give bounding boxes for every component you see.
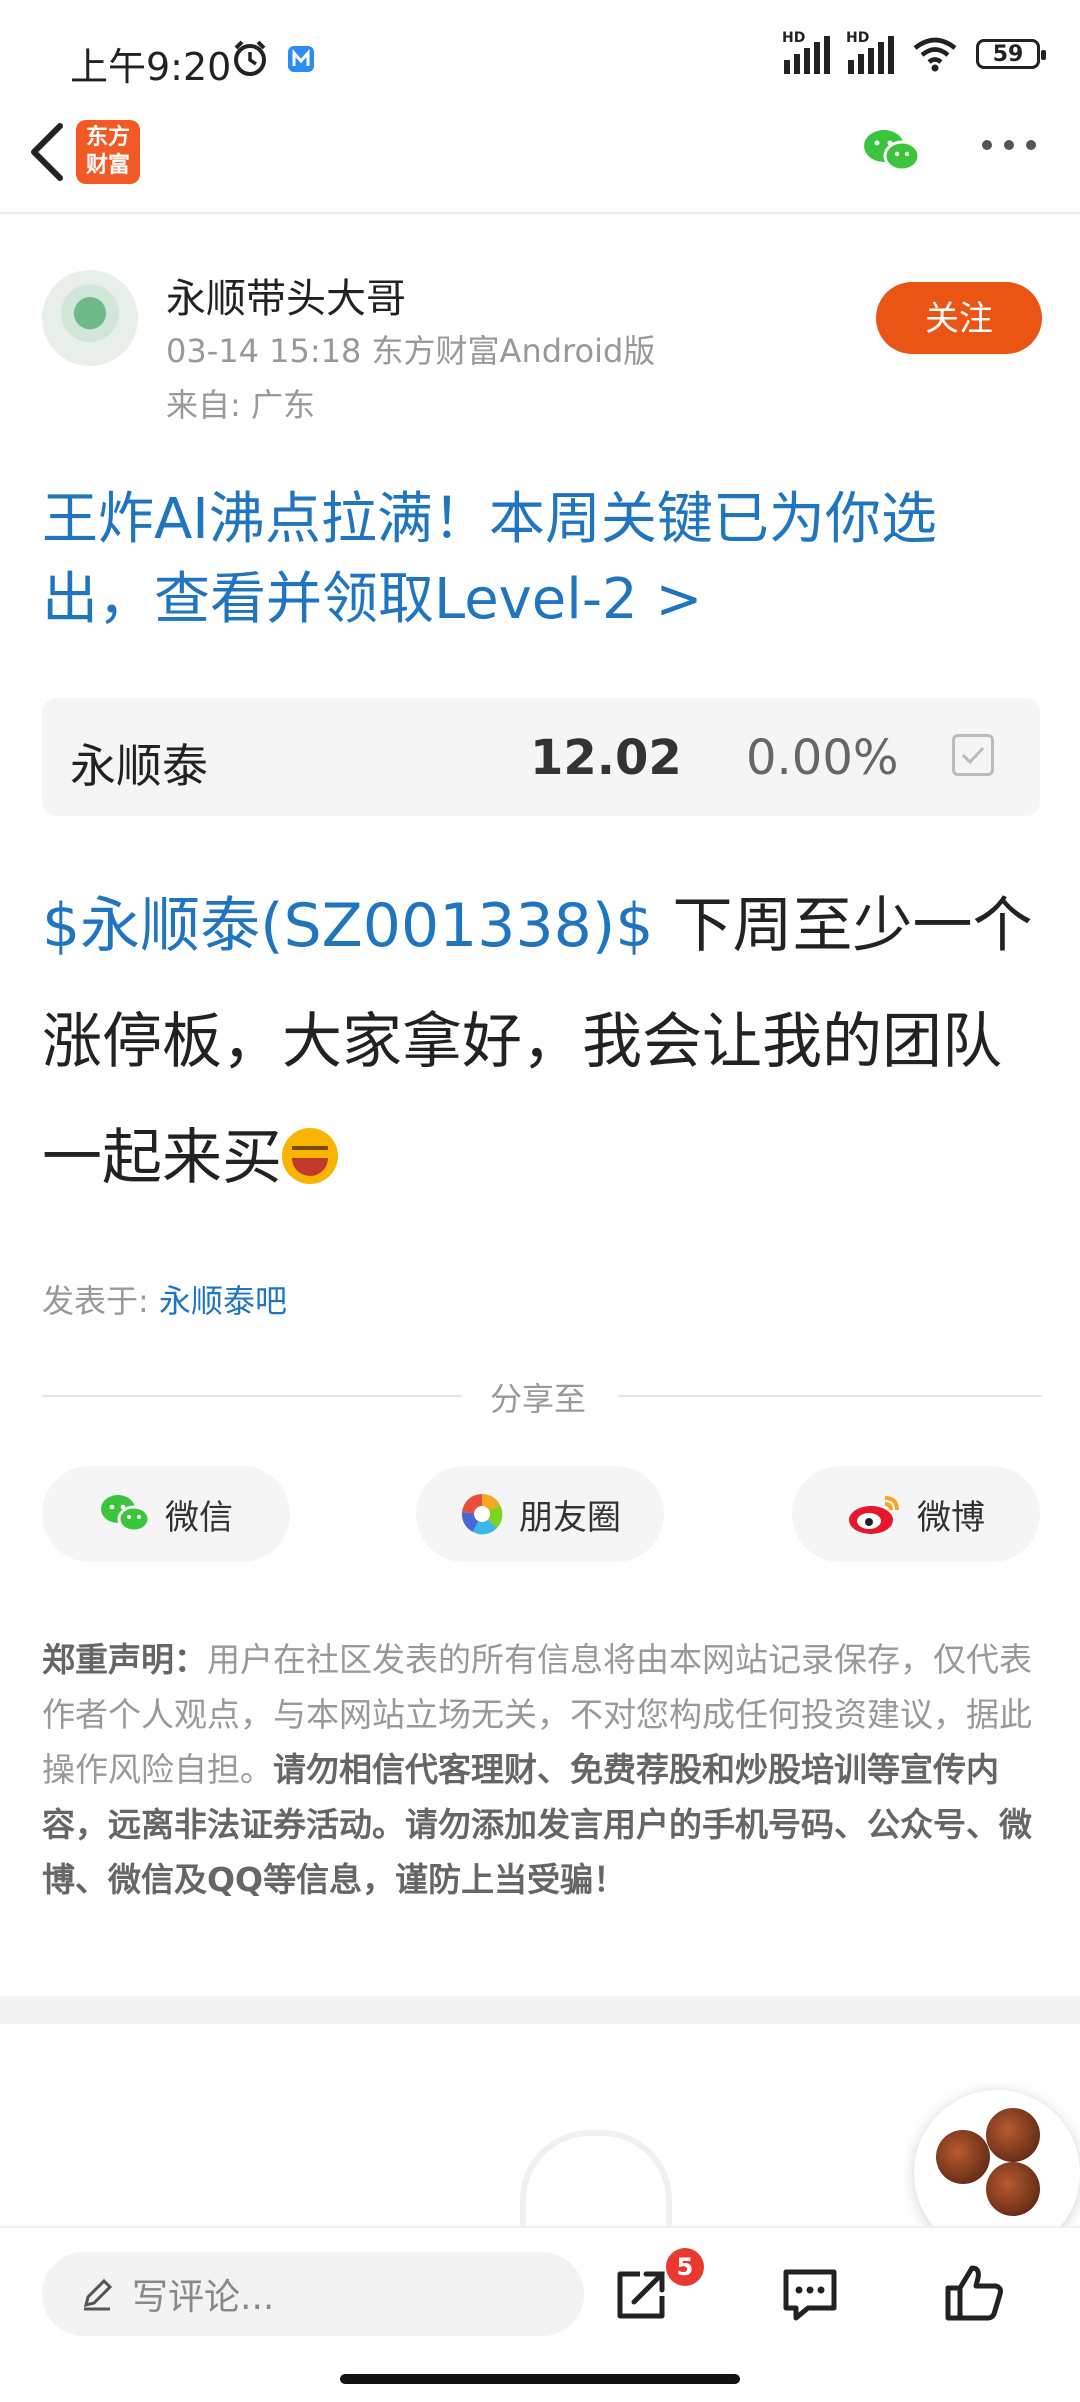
avatar-image <box>986 2162 1040 2216</box>
share-wechat-button[interactable]: 微信 <box>42 1466 290 1562</box>
comment-icon[interactable] <box>778 2262 842 2326</box>
divider <box>0 212 1080 214</box>
share-moments-label: 朋友圈 <box>519 1497 621 1538</box>
share-count-badge: 5 <box>666 2248 704 2286</box>
wechat-share-icon[interactable] <box>862 126 922 176</box>
share-title: 分享至 <box>490 1380 587 1418</box>
disclaimer: 郑重声明：用户在社区发表的所有信息将由本网站记录保存，仅代表作者个人观点，与本网… <box>42 1632 1042 1907</box>
comment-input[interactable]: 写评论... <box>42 2252 584 2336</box>
wifi-icon <box>913 37 957 72</box>
disclaimer-title: 郑重声明： <box>42 1640 207 1679</box>
comment-placeholder: 写评论... <box>132 2277 275 2318</box>
share-moments-button[interactable]: 朋友圈 <box>416 1466 664 1562</box>
section-divider <box>0 1996 1080 2024</box>
promo-link[interactable]: 王炸AI沸点拉满！本周关键已为你选出，查看并领取Level-2 > <box>42 480 1042 640</box>
app-notification-icon <box>288 46 314 72</box>
logo-text: 财富 <box>85 153 130 178</box>
share-weibo-button[interactable]: 微博 <box>792 1466 1040 1562</box>
signal-icon: HD <box>846 30 894 74</box>
logo-text: 东方 <box>85 125 130 150</box>
check-icon <box>961 746 985 765</box>
stock-card[interactable]: 永顺泰 12.02 0.00% <box>42 698 1040 816</box>
laughing-emoji-icon <box>282 1128 338 1184</box>
app-logo[interactable]: 东方 财富 <box>76 120 140 184</box>
share-icon[interactable] <box>610 2262 674 2326</box>
status-time: 上午9:20 <box>70 45 232 89</box>
back-arrow-icon[interactable] <box>20 112 80 192</box>
pencil-icon <box>83 2278 113 2311</box>
more-options-icon[interactable] <box>982 140 1036 150</box>
post-meta: 03-14 15:18 东方财富Android版 <box>166 332 656 370</box>
avatar-image <box>986 2108 1040 2162</box>
stock-price: 12.02 <box>530 730 682 786</box>
status-icons: HD HD 59 <box>782 30 1046 74</box>
moments-icon <box>461 1493 503 1535</box>
like-icon[interactable] <box>942 2262 1006 2326</box>
author-name[interactable]: 永顺带头大哥 <box>166 266 406 324</box>
share-weibo-label: 微博 <box>917 1497 985 1538</box>
signal-icon: HD <box>782 30 830 74</box>
stock-change: 0.00% <box>746 730 899 786</box>
divider <box>618 1395 1042 1397</box>
share-wechat-label: 微信 <box>165 1497 233 1538</box>
wechat-icon <box>101 1495 151 1533</box>
avatar-image <box>936 2130 990 2184</box>
home-indicator[interactable] <box>340 2374 740 2384</box>
divider <box>42 1395 462 1397</box>
post-body: $永顺泰(SZ001338)$ 下周至少一个涨停板，大家拿好，我会让我的团队一起… <box>42 868 1042 1216</box>
posted-in-label: 发表于: <box>42 1282 159 1320</box>
posted-in-bar-link[interactable]: 永顺泰吧 <box>159 1282 287 1320</box>
author-avatar[interactable] <box>42 270 138 366</box>
posted-in: 发表于: 永顺泰吧 <box>42 1276 287 1322</box>
alarm-icon <box>234 40 266 76</box>
battery-icon: 59 <box>976 39 1046 69</box>
stock-name: 永顺泰 <box>70 739 208 793</box>
add-watchlist-checkbox[interactable] <box>952 734 994 776</box>
post-location: 来自: 广东 <box>166 386 315 424</box>
follow-button[interactable]: 关注 <box>876 282 1042 354</box>
stock-tag-link[interactable]: $永顺泰(SZ001338)$ <box>42 891 653 961</box>
weibo-icon <box>849 1496 899 1534</box>
